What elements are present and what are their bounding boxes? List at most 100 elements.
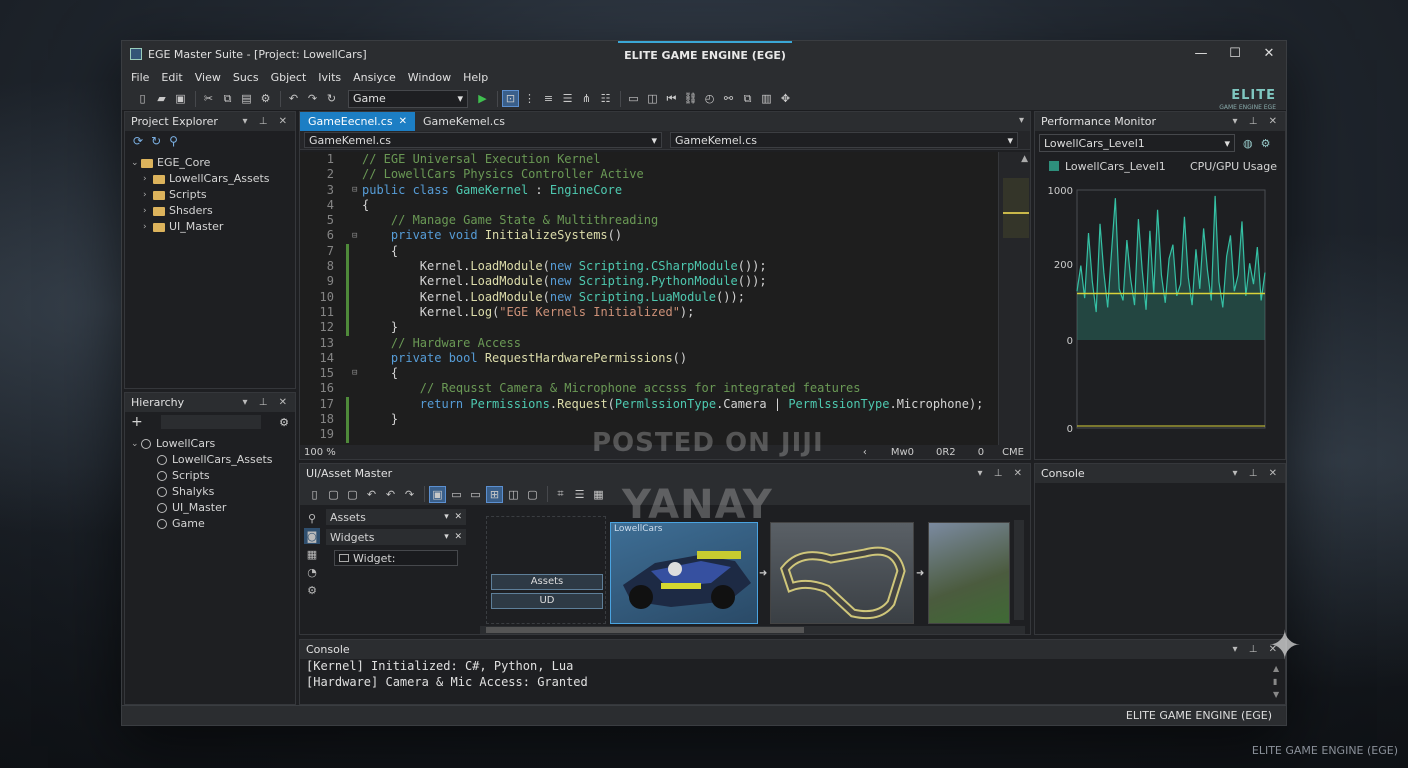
node-assets[interactable]: Assets <box>491 574 603 590</box>
widget-item[interactable]: Widget: <box>334 550 458 566</box>
undo-icon[interactable]: ↶ <box>363 486 380 503</box>
cut-icon[interactable]: ✂ <box>200 90 217 107</box>
palette-icon[interactable]: ◔ <box>304 564 320 580</box>
tree-item[interactable]: Game <box>131 516 295 532</box>
tree-item[interactable]: › LowellCars_Assets <box>131 171 295 187</box>
configuration-select[interactable]: Game ▾ <box>348 89 468 108</box>
track-thumbnail[interactable] <box>770 522 914 624</box>
align-icon[interactable]: ⋮ <box>521 90 538 107</box>
node-ud[interactable]: UD <box>491 593 603 609</box>
align-left-icon[interactable]: ≡ <box>540 90 557 107</box>
tree-item[interactable]: Scripts <box>131 468 295 484</box>
undo-icon[interactable]: ↶ <box>285 90 302 107</box>
menu-window[interactable]: Window <box>408 71 451 84</box>
frame-icon[interactable]: ◫ <box>505 486 522 503</box>
window-icon[interactable]: ▭ <box>448 486 465 503</box>
network-icon[interactable]: ⚯ <box>720 90 737 107</box>
tree-item[interactable]: LowellCars_Assets <box>131 452 295 468</box>
copy-icon[interactable]: ⧉ <box>219 90 236 107</box>
preview-scrollbar[interactable] <box>1014 520 1024 620</box>
tree-item[interactable]: › Scripts <box>131 187 295 203</box>
panel-controls[interactable]: ▾ ⊥ ✕ <box>1233 112 1281 131</box>
globe-icon[interactable]: ◍ <box>1243 137 1253 150</box>
zoom-level[interactable]: 100 % <box>304 447 336 458</box>
refresh-icon[interactable]: ↻ <box>151 134 161 148</box>
settings-icon[interactable]: ⚙ <box>1261 137 1271 150</box>
add-icon[interactable]: + <box>131 414 143 430</box>
panel-controls[interactable]: ▾ ⊥ ✕ <box>243 112 291 131</box>
panel-controls[interactable]: ▾ ⊥ ✕ <box>243 393 291 412</box>
grid-icon[interactable]: ▦ <box>304 546 320 562</box>
table-icon[interactable]: ▦ <box>590 486 607 503</box>
chevron-right-icon[interactable]: › <box>143 203 153 219</box>
list-icon[interactable]: ☰ <box>571 486 588 503</box>
extensions-icon[interactable]: ✥ <box>777 90 794 107</box>
hierarchy-search-input[interactable] <box>160 415 261 429</box>
step-back-icon[interactable]: ⏮ <box>663 90 680 107</box>
class-dropdown[interactable]: GameKemel.cs ▾ <box>304 132 662 148</box>
new-file-icon[interactable]: ▯ <box>134 90 151 107</box>
paste-icon[interactable]: ▤ <box>238 90 255 107</box>
tree-root[interactable]: ⌄ EGE_Core <box>131 155 295 171</box>
new-file-icon[interactable]: ▯ <box>306 486 323 503</box>
layout-icon[interactable]: ▣ <box>429 485 446 503</box>
play-icon[interactable]: ▶ <box>474 90 491 107</box>
frame-icon[interactable]: ▢ <box>325 486 342 503</box>
link-icon[interactable]: ⛓ <box>682 90 699 107</box>
tree-item[interactable]: UI_Master <box>131 500 295 516</box>
settings-icon[interactable]: ⚲ <box>169 134 178 148</box>
chevron-right-icon[interactable]: › <box>143 171 153 187</box>
grid-icon[interactable]: ⊞ <box>486 485 503 503</box>
gear-icon[interactable]: ⚙ <box>304 582 320 598</box>
build-icon[interactable]: ⚙ <box>257 90 274 107</box>
fold-icon[interactable]: ⊟ <box>352 183 357 198</box>
refresh-icon[interactable]: ↻ <box>323 90 340 107</box>
tree-item[interactable]: Shalyks <box>131 484 295 500</box>
fold-icon[interactable]: ⊟ <box>352 229 357 244</box>
layers-icon[interactable]: ⧉ <box>739 90 756 107</box>
minimize-button[interactable]: — <box>1184 41 1218 67</box>
widgets-dropdown[interactable]: Widgets ▾ ✕ <box>326 529 466 545</box>
chevron-down-icon[interactable]: ⌄ <box>131 155 141 171</box>
dropdown-controls[interactable]: ▾ ✕ <box>444 532 462 542</box>
window-icon[interactable]: ▭ <box>625 90 642 107</box>
checklist-icon[interactable]: ☷ <box>597 90 614 107</box>
level-select[interactable]: LowellCars_Level1 ▾ <box>1039 134 1235 152</box>
chevron-down-icon[interactable]: ⌄ <box>131 436 141 452</box>
minimap-viewport[interactable] <box>1003 178 1029 238</box>
frame-icon[interactable]: ▢ <box>344 486 361 503</box>
menu-ivits[interactable]: Ivits <box>318 71 341 84</box>
square-icon[interactable]: ▢ <box>524 486 541 503</box>
assets-dropdown[interactable]: Assets ▾ ✕ <box>326 509 466 525</box>
chevron-down-icon[interactable]: ▾ <box>1019 115 1024 126</box>
close-icon[interactable]: ✕ <box>399 116 407 127</box>
fold-icon[interactable]: ⊟ <box>352 366 357 381</box>
undo-icon[interactable]: ↶ <box>382 486 399 503</box>
history-icon[interactable]: ◴ <box>701 90 718 107</box>
chevron-right-icon[interactable]: › <box>143 187 153 203</box>
crop-icon[interactable]: ⌗ <box>552 486 569 503</box>
menu-file[interactable]: File <box>131 71 149 84</box>
menu-gbject[interactable]: Gbject <box>271 71 307 84</box>
database-icon[interactable]: ▥ <box>758 90 775 107</box>
menu-ansiyce[interactable]: Ansiyce <box>353 71 396 84</box>
menu-help[interactable]: Help <box>463 71 488 84</box>
sync-icon[interactable]: ⟳ <box>133 134 143 148</box>
menu-sucs[interactable]: Sucs <box>233 71 259 84</box>
close-button[interactable]: ✕ <box>1252 41 1286 67</box>
pin-icon[interactable]: ⚲ <box>304 510 320 526</box>
list-icon[interactable]: ☰ <box>559 90 576 107</box>
dropdown-controls[interactable]: ▾ ✕ <box>444 512 462 522</box>
race-car-thumbnail[interactable]: LowellCars <box>610 522 758 624</box>
menu-edit[interactable]: Edit <box>161 71 182 84</box>
panel-controls[interactable]: ▾ ⊥ ✕ <box>978 464 1026 483</box>
image-icon[interactable]: ◙ <box>304 528 320 544</box>
terrain-thumbnail[interactable] <box>928 522 1010 624</box>
node-graph[interactable]: Assets UD <box>486 516 606 624</box>
scrollbar-thumb[interactable] <box>486 627 804 633</box>
select-tool-icon[interactable]: ⊡ <box>502 90 519 107</box>
chevron-right-icon[interactable]: › <box>143 219 153 235</box>
tab-gameeecnel[interactable]: GameEecnel.cs ✕ <box>300 112 415 131</box>
open-folder-icon[interactable]: ▰ <box>153 90 170 107</box>
hierarchy-icon[interactable]: ⋔ <box>578 90 595 107</box>
